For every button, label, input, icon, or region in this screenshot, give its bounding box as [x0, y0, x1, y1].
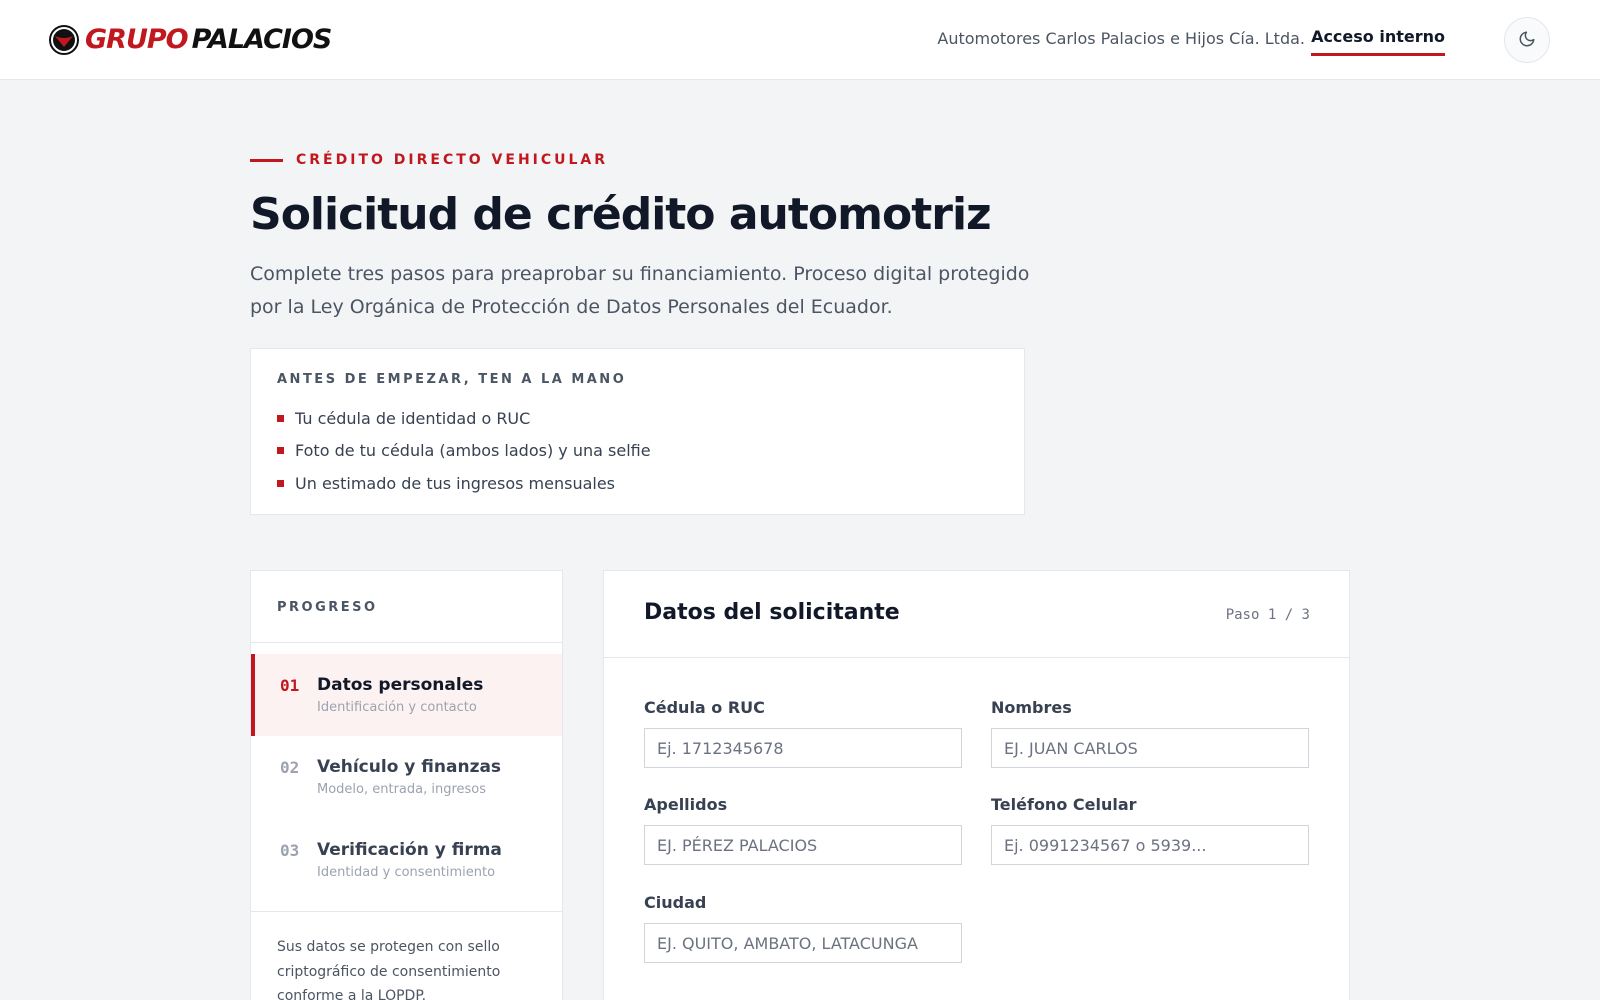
- brand-logo-link[interactable]: GRUPO PALACIOS: [49, 24, 333, 56]
- progress-title: PROGRESO: [277, 600, 378, 615]
- square-bullet-icon: [277, 447, 284, 455]
- eyebrow-divider: [250, 158, 283, 162]
- internal-access-link[interactable]: Acceso interno: [1311, 27, 1445, 56]
- square-bullet-icon: [277, 414, 284, 422]
- section-eyebrow: CRÉDITO DIRECTO VEHICULAR: [250, 150, 608, 170]
- eyebrow-text: CRÉDITO DIRECTO VEHICULAR: [296, 152, 609, 168]
- cedula-label: Cédula o RUC: [644, 698, 765, 717]
- step-item-datos-personales[interactable]: 01 Datos personales Identificación y con…: [251, 654, 562, 736]
- step-title: Verificación y firma: [317, 840, 502, 860]
- checklist-title: ANTES DE EMPEZAR, TEN A LA MANO: [277, 372, 627, 387]
- telefono-label: Teléfono Celular: [991, 795, 1137, 814]
- square-bullet-icon: [277, 479, 284, 487]
- checklist-item: Foto de tu cédula (ambos lados) y una se…: [277, 435, 651, 468]
- brand-wordmark-grupo: GRUPO: [85, 24, 189, 55]
- moon-icon: [1518, 30, 1536, 51]
- step-item-vehiculo-finanzas[interactable]: 02 Vehículo y finanzas Modelo, entrada, …: [251, 736, 562, 818]
- form-header: Datos del solicitante Paso 1 / 3: [604, 571, 1349, 658]
- step-subtitle: Identidad y consentimiento: [317, 865, 496, 880]
- checklist-item: Un estimado de tus ingresos mensuales: [277, 467, 651, 500]
- checklist-item-text: Foto de tu cédula (ambos lados) y una se…: [295, 441, 651, 461]
- ciudad-input[interactable]: [644, 923, 962, 963]
- form-title: Datos del solicitante: [644, 600, 900, 625]
- telefono-input[interactable]: [991, 825, 1309, 865]
- checklist-item: Tu cédula de identidad o RUC: [277, 402, 651, 435]
- progress-footer: Sus datos se protegen con sello criptogr…: [251, 911, 562, 1000]
- apellidos-field-group: Apellidos: [644, 795, 962, 865]
- brand-wordmark: GRUPO PALACIOS: [85, 24, 333, 56]
- step-indicator: Paso 1 / 3: [1225, 607, 1310, 623]
- step-title: Datos personales: [317, 675, 484, 695]
- step-subtitle: Modelo, entrada, ingresos: [317, 782, 487, 797]
- logo-emblem-icon: [49, 25, 79, 55]
- company-name: Automotores Carlos Palacios e Hijos Cía.…: [937, 29, 1305, 48]
- apellidos-input[interactable]: [644, 825, 962, 865]
- intro-text: Complete tres pasos para preaprobar su f…: [250, 263, 1030, 318]
- step-number: 01: [280, 676, 300, 695]
- nombres-label: Nombres: [991, 698, 1072, 717]
- ciudad-label: Ciudad: [644, 893, 707, 912]
- cedula-input[interactable]: [644, 728, 962, 768]
- step-item-verificacion-firma[interactable]: 03 Verificación y firma Identidad y cons…: [251, 819, 562, 901]
- step-title: Vehículo y finanzas: [317, 757, 502, 777]
- data-protection-note: Sus datos se protegen con sello criptogr…: [277, 939, 501, 1000]
- theme-toggle-button[interactable]: [1504, 17, 1550, 63]
- page-title: Solicitud de crédito automotriz: [250, 189, 992, 240]
- preparation-checklist: ANTES DE EMPEZAR, TEN A LA MANO Tu cédul…: [250, 348, 1025, 515]
- telefono-field-group: Teléfono Celular: [991, 795, 1309, 865]
- apellidos-label: Apellidos: [644, 795, 728, 814]
- checklist-item-text: Un estimado de tus ingresos mensuales: [295, 473, 616, 493]
- nombres-input[interactable]: [991, 728, 1309, 768]
- progress-sidebar: PROGRESO 01 Datos personales Identificac…: [250, 570, 563, 1000]
- step-subtitle: Identificación y contacto: [317, 700, 477, 715]
- ciudad-field-group: Ciudad: [644, 893, 962, 963]
- nombres-field-group: Nombres: [991, 698, 1309, 768]
- applicant-form-card: Datos del solicitante Paso 1 / 3 Cédula …: [603, 570, 1350, 1000]
- progress-header: PROGRESO: [251, 571, 562, 643]
- brand-wordmark-palacios: PALACIOS: [191, 24, 333, 55]
- top-navigation-bar: GRUPO PALACIOS Automotores Carlos Palacio…: [0, 0, 1600, 80]
- step-number: 02: [280, 758, 300, 777]
- checklist-item-text: Tu cédula de identidad o RUC: [295, 408, 531, 428]
- step-number: 03: [280, 841, 300, 860]
- checklist-items: Tu cédula de identidad o RUC Foto de tu …: [277, 402, 651, 500]
- cedula-field-group: Cédula o RUC: [644, 698, 962, 768]
